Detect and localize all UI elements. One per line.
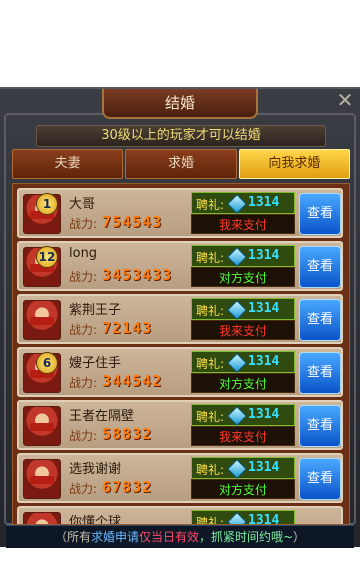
tab-propose[interactable]: 求婚 <box>125 149 237 179</box>
close-icon[interactable]: ✕ <box>332 87 358 113</box>
player-name: 你懂个球 <box>69 515 122 525</box>
panel-title: 结婚 <box>102 89 258 119</box>
avatar: 6 <box>23 352 61 393</box>
proposal-row: 6 嫂子住手 战力: 344542 聘礼: 1314 对方支付 查看 <box>17 347 343 397</box>
vip-badge-icon: 1 <box>36 193 58 215</box>
avatar <box>23 300 61 340</box>
view-button[interactable]: 查看 <box>299 352 341 394</box>
footer-hurry: ，抓紧时间约哦~ <box>198 530 294 544</box>
gift-label: 聘礼: <box>196 304 225 318</box>
footer-today-only: 仅当日有效 <box>138 530 199 544</box>
tab-proposals-to-me[interactable]: 向我求婚 <box>238 149 350 179</box>
tab-spouse[interactable]: 夫妻 <box>12 149 124 179</box>
gift-amount: 1314 <box>248 195 280 210</box>
avatar <box>23 406 61 446</box>
footer-close: ） <box>293 530 306 544</box>
gift-amount: 1314 <box>248 460 280 475</box>
vip-badge-icon: 12 <box>36 246 58 268</box>
gift-label: 聘礼: <box>196 251 225 265</box>
diamond-icon <box>227 300 247 320</box>
gift-amount: 1314 <box>248 301 280 316</box>
power-value: 58832 <box>102 425 153 443</box>
view-button[interactable]: 查看 <box>299 458 341 500</box>
payer-text: 我来支付 <box>191 214 295 234</box>
diamond-icon <box>227 247 247 267</box>
footer-proposal-word: 求婚申请 <box>90 530 139 544</box>
tab-bar: 夫妻 求婚 向我求婚 <box>12 149 350 179</box>
power-label: 战力: <box>69 429 98 443</box>
avatar <box>23 459 61 499</box>
level-requirement-notice: 30级以上的玩家才可以结婚 <box>36 125 326 147</box>
diamond-icon <box>227 459 247 479</box>
power-label: 战力: <box>69 323 98 337</box>
gift-box: 聘礼: 1314 <box>191 192 295 214</box>
gift-amount: 1314 <box>248 513 280 525</box>
player-name: 嫂子住手 <box>69 356 122 371</box>
power-label: 战力: <box>69 270 98 284</box>
gift-amount: 1314 <box>248 248 280 263</box>
gift-box: 聘礼: 1314 <box>191 457 295 479</box>
avatar: 1 <box>23 193 61 234</box>
player-name: 大哥 <box>69 197 96 212</box>
gift-amount: 1314 <box>248 354 280 369</box>
proposal-row: 王者在隔壁 战力: 58832 聘礼: 1314 我来支付 查看 <box>17 400 343 450</box>
proposal-row: 选我谢谢 战力: 67832 聘礼: 1314 对方支付 查看 <box>17 453 343 503</box>
payer-text: 对方支付 <box>191 267 295 287</box>
gift-box: 聘礼: 1314 <box>191 404 295 426</box>
gift-label: 聘礼: <box>196 198 225 212</box>
proposal-row: 12 long 战力: 3453433 聘礼: 1314 对方支付 查看 <box>17 241 343 291</box>
diamond-icon <box>227 512 247 524</box>
diamond-icon <box>227 353 247 373</box>
view-button[interactable]: 查看 <box>299 193 341 235</box>
avatar <box>23 512 61 524</box>
gift-box: 聘礼: 1314 <box>191 351 295 373</box>
proposal-row: 你懂个球 聘礼: 1314 <box>17 506 343 525</box>
proposal-list[interactable]: 1 大哥 战力: 754543 聘礼: 1314 我来支付 查看 12 long… <box>12 183 350 525</box>
power-value: 344542 <box>102 372 163 390</box>
footer-notice: （所有求婚申请仅当日有效，抓紧时间约哦~） <box>6 525 354 548</box>
view-button[interactable]: 查看 <box>299 405 341 447</box>
power-value: 3453433 <box>102 266 173 284</box>
power-value: 754543 <box>102 213 163 231</box>
diamond-icon <box>227 194 247 214</box>
gift-label: 聘礼: <box>196 410 225 424</box>
marriage-panel: 结婚 ✕ 30级以上的玩家才可以结婚 夫妻 求婚 向我求婚 1 大哥 战力: 7… <box>0 87 360 548</box>
payer-text: 对方支付 <box>191 373 295 393</box>
power-label: 战力: <box>69 376 98 390</box>
power-value: 67832 <box>102 478 153 496</box>
gift-label: 聘礼: <box>196 463 225 477</box>
gift-box: 聘礼: 1314 <box>191 510 295 525</box>
gift-amount: 1314 <box>248 407 280 422</box>
player-name: 王者在隔壁 <box>69 409 135 424</box>
proposal-row: 1 大哥 战力: 754543 聘礼: 1314 我来支付 查看 <box>17 188 343 238</box>
gift-box: 聘礼: 1314 <box>191 298 295 320</box>
gift-box: 聘礼: 1314 <box>191 245 295 267</box>
footer-open: （所有 <box>54 530 91 544</box>
gift-label: 聘礼: <box>196 516 225 525</box>
view-button[interactable]: 查看 <box>299 299 341 341</box>
power-label: 战力: <box>69 217 98 231</box>
vip-badge-icon: 6 <box>36 352 58 374</box>
payer-text: 对方支付 <box>191 479 295 499</box>
payer-text: 我来支付 <box>191 320 295 340</box>
player-name: 紫荆王子 <box>69 303 122 318</box>
payer-text: 我来支付 <box>191 426 295 446</box>
proposal-row: 紫荆王子 战力: 72143 聘礼: 1314 我来支付 查看 <box>17 294 343 344</box>
diamond-icon <box>227 406 247 426</box>
power-label: 战力: <box>69 482 98 496</box>
view-button[interactable]: 查看 <box>299 246 341 288</box>
player-name: 选我谢谢 <box>69 462 122 477</box>
power-value: 72143 <box>102 319 153 337</box>
avatar: 12 <box>23 246 61 287</box>
gift-label: 聘礼: <box>196 357 225 371</box>
player-name: long <box>69 246 98 261</box>
